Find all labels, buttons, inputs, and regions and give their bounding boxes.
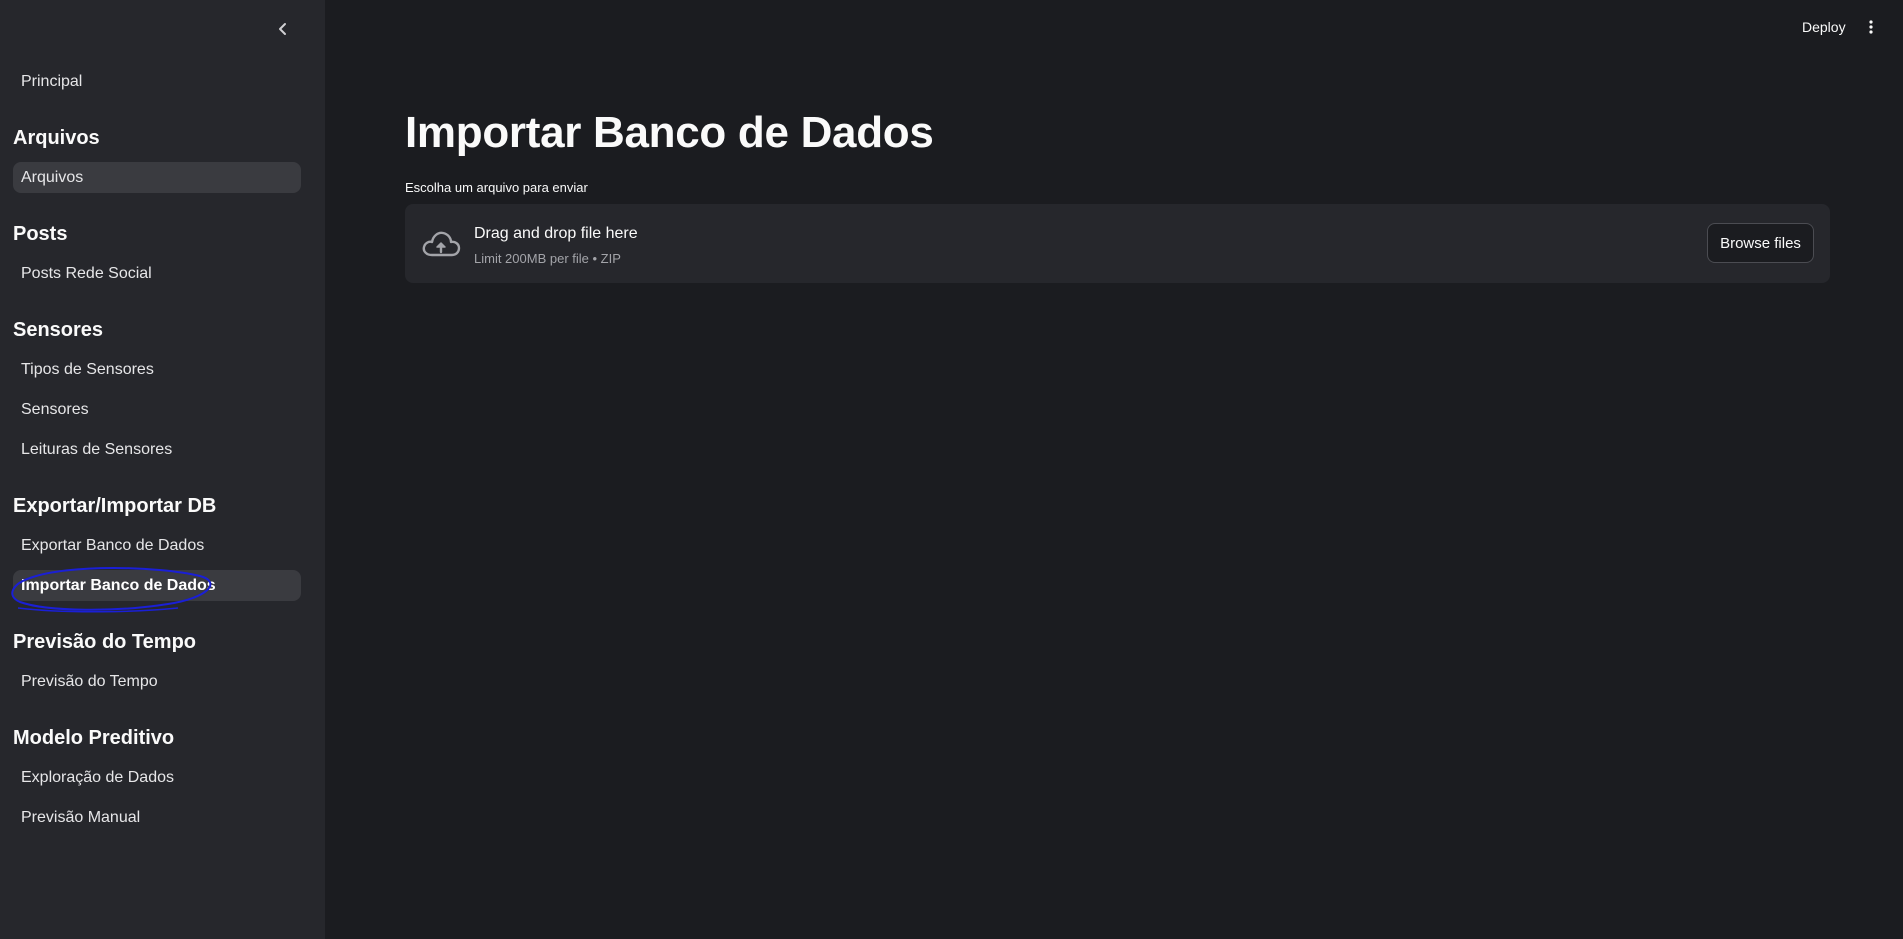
sidebar-item-posts-rede-social[interactable]: Posts Rede Social — [13, 258, 301, 289]
sidebar-item-label: Previsão do Tempo — [21, 672, 158, 690]
main-menu-button[interactable] — [1863, 16, 1879, 38]
chevron-left-icon — [279, 23, 286, 35]
sidebar-item-label: Sensores — [21, 400, 89, 418]
sidebar-item-importar-banco-de-dados[interactable]: Importar Banco de Dados — [13, 570, 301, 601]
sidebar-item-exploracao-de-dados[interactable]: Exploração de Dados — [13, 762, 301, 793]
sidebar-item-previsao-do-tempo[interactable]: Previsão do Tempo — [13, 666, 301, 697]
dropzone-subtitle: Limit 200MB per file • ZIP — [474, 251, 621, 266]
kebab-menu-icon — [1869, 20, 1873, 34]
sidebar-item-leituras-de-sensores[interactable]: Leituras de Sensores — [13, 434, 301, 465]
sidebar-item-label: Importar Banco de Dados — [21, 576, 216, 594]
sidebar-item-principal[interactable]: Principal — [13, 66, 301, 97]
sidebar-section-arquivos: Arquivos — [13, 127, 100, 149]
sidebar-item-label: Exploração de Dados — [21, 768, 174, 786]
page-title: Importar Banco de Dados — [405, 108, 934, 157]
sidebar-item-label: Tipos de Sensores — [21, 360, 154, 378]
sidebar-item-label: Exportar Banco de Dados — [21, 536, 205, 554]
sidebar-section-posts: Posts — [13, 223, 68, 245]
app-root: Principal Arquivos Arquivos Posts Posts … — [0, 0, 1903, 939]
sidebar-item-previsao-manual[interactable]: Previsão Manual — [13, 802, 301, 833]
sidebar: Principal Arquivos Arquivos Posts Posts … — [0, 0, 325, 939]
file-dropzone[interactable]: Drag and drop file here Limit 200MB per … — [405, 204, 1830, 283]
collapse-sidebar-button[interactable] — [272, 18, 294, 40]
dropzone-title: Drag and drop file here — [474, 225, 638, 242]
sidebar-section-exportar-importar-db: Exportar/Importar DB — [13, 495, 217, 517]
browse-files-button[interactable]: Browse files — [1707, 223, 1814, 263]
cloud-upload-icon — [422, 231, 461, 257]
sidebar-item-arquivos[interactable]: Arquivos — [13, 162, 301, 193]
sidebar-item-exportar-banco-de-dados[interactable]: Exportar Banco de Dados — [13, 530, 301, 561]
sidebar-section-modelo-preditivo: Modelo Preditivo — [13, 727, 175, 749]
sidebar-item-sensores[interactable]: Sensores — [13, 394, 301, 425]
file-uploader-label: Escolha um arquivo para enviar — [405, 180, 588, 195]
sidebar-item-label: Previsão Manual — [21, 808, 141, 826]
sidebar-section-sensores: Sensores — [13, 319, 104, 341]
sidebar-item-label: Arquivos — [21, 168, 84, 186]
sidebar-section-previsao-do-tempo: Previsão do Tempo — [13, 631, 197, 653]
sidebar-item-label: Principal — [21, 72, 83, 90]
deploy-button[interactable]: Deploy — [1802, 19, 1846, 35]
sidebar-item-tipos-de-sensores[interactable]: Tipos de Sensores — [13, 354, 301, 385]
sidebar-item-label: Posts Rede Social — [21, 264, 152, 282]
sidebar-item-label: Leituras de Sensores — [21, 440, 173, 458]
